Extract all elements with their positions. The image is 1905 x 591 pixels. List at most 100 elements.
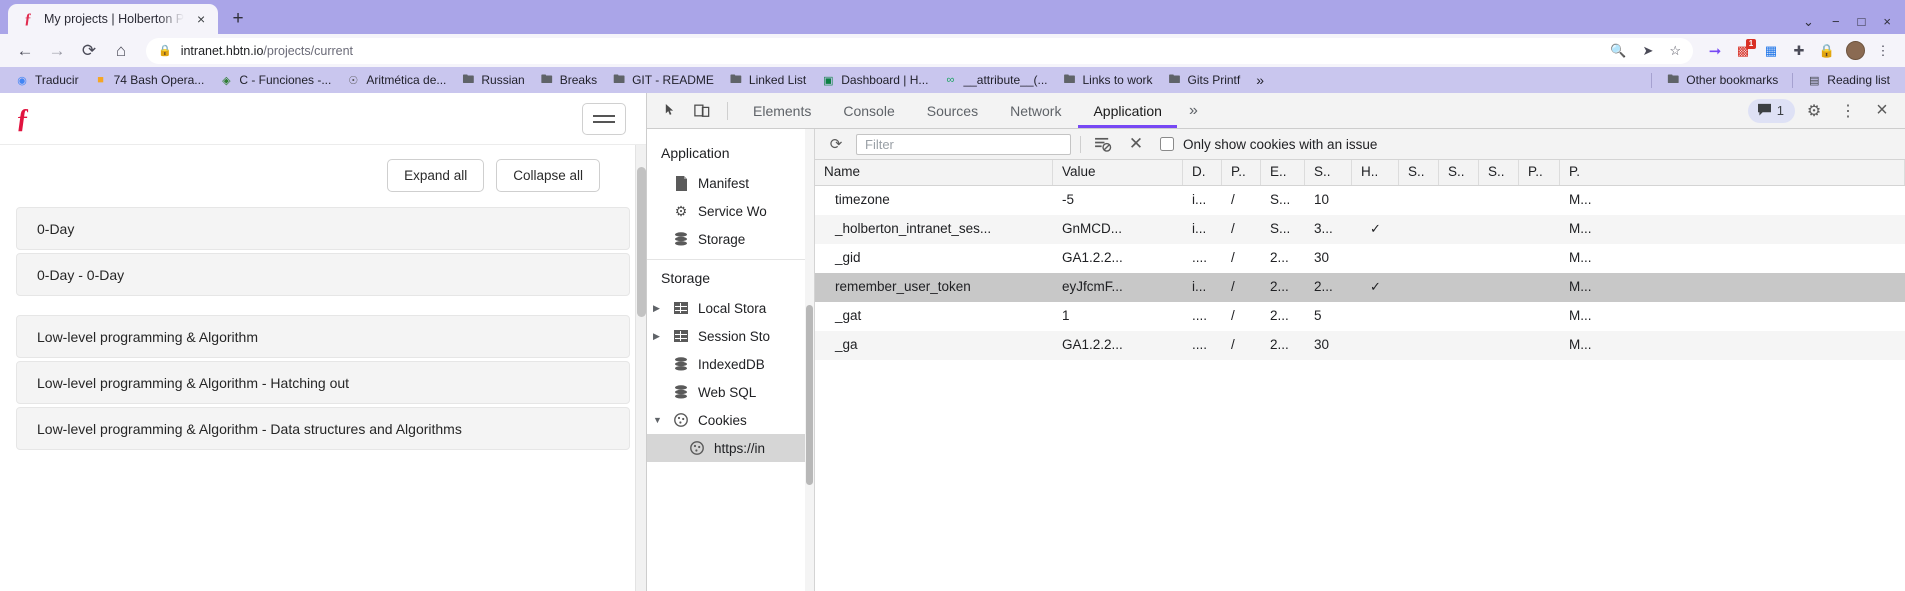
bookmark-item[interactable]: 🖿 Links to work bbox=[1056, 71, 1160, 89]
forward-icon[interactable]: → bbox=[42, 37, 72, 65]
column-header-size[interactable]: S.. bbox=[1305, 160, 1352, 185]
only-issues-checkbox[interactable] bbox=[1160, 137, 1174, 151]
scrollbar-thumb[interactable] bbox=[806, 305, 813, 485]
table-row[interactable]: _gid GA1.2.2... .... / 2... 30 M... bbox=[815, 244, 1905, 273]
sidebar-item-session-storage[interactable]: ▶ Session Sto bbox=[647, 322, 814, 350]
table-row[interactable]: _gat 1 .... / 2... 5 M... bbox=[815, 302, 1905, 331]
notification-extension-icon[interactable]: ▩ 1 bbox=[1731, 38, 1756, 63]
tab-network[interactable]: Network bbox=[995, 93, 1076, 128]
bookmarks-overflow-icon[interactable]: » bbox=[1248, 70, 1272, 90]
new-tab-button[interactable]: + bbox=[224, 5, 252, 33]
refresh-icon[interactable]: ⟳ bbox=[823, 132, 849, 156]
table-row[interactable]: timezone -5 i... / S... 10 M... bbox=[815, 186, 1905, 215]
inspect-element-icon[interactable] bbox=[655, 97, 685, 125]
reload-icon[interactable]: ⟳ bbox=[74, 37, 104, 65]
bookmark-item[interactable]: ☉ Aritmética de... bbox=[339, 71, 453, 89]
scrollbar-thumb[interactable] bbox=[637, 167, 646, 317]
bookmark-item[interactable]: 🖿 GIT - README bbox=[605, 71, 721, 89]
bookmark-item[interactable]: ◉ Traducir bbox=[8, 71, 86, 89]
home-icon[interactable]: ⌂ bbox=[106, 37, 136, 65]
sidebar-item-service-workers[interactable]: ⚙ Service Wo bbox=[647, 197, 814, 225]
bookmark-item[interactable]: ◈ C - Funciones -... bbox=[212, 71, 338, 89]
cell-path: / bbox=[1231, 308, 1235, 323]
column-header-samesite[interactable]: S.. bbox=[1439, 160, 1479, 185]
table-row[interactable]: _holberton_intranet_ses... GnMCD... i...… bbox=[815, 215, 1905, 244]
close-window-button[interactable]: × bbox=[1883, 15, 1891, 28]
bookmark-item[interactable]: ■ 74 Bash Opera... bbox=[87, 71, 212, 89]
tab-application[interactable]: Application bbox=[1078, 93, 1177, 128]
bookmark-item[interactable]: 🖿 Russian bbox=[454, 71, 531, 89]
grid-extension-icon[interactable]: ▦ bbox=[1759, 39, 1783, 63]
chevron-down-icon[interactable]: ▼ bbox=[653, 415, 664, 425]
column-header-secure[interactable]: S.. bbox=[1399, 160, 1439, 185]
column-header-samepartykey[interactable]: S.. bbox=[1479, 160, 1519, 185]
column-header-domain[interactable]: D. bbox=[1183, 160, 1222, 185]
maximize-button[interactable]: □ bbox=[1858, 15, 1866, 28]
avatar[interactable] bbox=[1843, 39, 1867, 63]
kebab-menu-icon[interactable]: ⋮ bbox=[1833, 97, 1863, 125]
sidebar-item-indexeddb[interactable]: IndexedDB bbox=[647, 350, 814, 378]
messages-badge[interactable]: 1 bbox=[1747, 98, 1795, 123]
bookmark-item[interactable]: ∞ __attribute__(... bbox=[936, 71, 1054, 89]
other-bookmarks-folder[interactable]: 🖿 Other bookmarks bbox=[1659, 71, 1785, 89]
list-item[interactable]: Low-level programming & Algorithm bbox=[16, 315, 630, 358]
bookmark-item[interactable]: 🖿 Breaks bbox=[533, 71, 604, 89]
tab-console[interactable]: Console bbox=[828, 93, 909, 128]
bookmark-label: Dashboard | H... bbox=[841, 73, 929, 87]
browser-menu-icon[interactable]: ⋮ bbox=[1871, 39, 1895, 63]
more-tabs-icon[interactable]: » bbox=[1179, 102, 1208, 120]
share-icon[interactable]: ➤ bbox=[1642, 43, 1653, 59]
sidebar-scrollbar[interactable] bbox=[805, 129, 814, 591]
only-issues-checkbox-wrapper[interactable]: Only show cookies with an issue bbox=[1160, 137, 1377, 152]
close-devtools-icon[interactable]: × bbox=[1867, 97, 1897, 125]
column-header-path[interactable]: P.. bbox=[1222, 160, 1261, 185]
collapse-all-button[interactable]: Collapse all bbox=[496, 159, 600, 192]
expand-all-button[interactable]: Expand all bbox=[387, 159, 485, 192]
page-scrollbar[interactable] bbox=[635, 145, 646, 591]
column-header-expires[interactable]: E.. bbox=[1261, 160, 1305, 185]
clear-all-cookies-icon[interactable]: ✕ bbox=[1123, 132, 1149, 156]
close-tab-icon[interactable]: × bbox=[192, 10, 210, 28]
table-row[interactable]: remember_user_token eyJfcmF... i... / 2.… bbox=[815, 273, 1905, 302]
list-item[interactable]: 0-Day bbox=[16, 207, 630, 250]
holberton-logo[interactable]: ƒ bbox=[10, 105, 30, 132]
tab-elements[interactable]: Elements bbox=[738, 93, 826, 128]
column-header-value[interactable]: Value bbox=[1053, 160, 1183, 185]
list-item[interactable]: 0-Day - 0-Day bbox=[16, 253, 630, 296]
gear-icon[interactable]: ⚙ bbox=[1799, 97, 1829, 125]
sidebar-item-local-storage[interactable]: ▶ Local Stora bbox=[647, 294, 814, 322]
tab-sources[interactable]: Sources bbox=[912, 93, 993, 128]
sidebar-item-storage[interactable]: Storage bbox=[647, 225, 814, 253]
bookmark-item[interactable]: ▣ Dashboard | H... bbox=[814, 71, 935, 89]
bookmark-item[interactable]: 🖿 Gits Printf bbox=[1161, 71, 1248, 89]
bookmark-star-icon[interactable]: ☆ bbox=[1669, 43, 1681, 59]
tabsearch-caret-icon[interactable]: ⌄ bbox=[1803, 15, 1814, 28]
back-icon[interactable]: ← bbox=[10, 37, 40, 65]
sidebar-item-cookie-origin[interactable]: https://in bbox=[647, 434, 814, 462]
table-row[interactable]: _ga GA1.2.2... .... / 2... 30 M... bbox=[815, 331, 1905, 360]
sidebar-item-manifest[interactable]: Manifest bbox=[647, 169, 814, 197]
bookmark-item[interactable]: 🖿 Linked List bbox=[722, 71, 813, 89]
puzzle-extensions-icon[interactable]: ✚ bbox=[1787, 39, 1811, 63]
column-header-name[interactable]: Name bbox=[815, 160, 1053, 185]
column-header-priority[interactable]: P. bbox=[1560, 160, 1905, 185]
list-item[interactable]: Low-level programming & Algorithm - Data… bbox=[16, 407, 630, 450]
clear-filters-icon[interactable] bbox=[1090, 132, 1116, 156]
address-bar[interactable]: 🔒 intranet.hbtn.io/projects/current 🔍 ➤ … bbox=[146, 37, 1693, 64]
hamburger-menu-button[interactable] bbox=[582, 102, 626, 135]
column-header-partitionkey[interactable]: P.. bbox=[1519, 160, 1560, 185]
browser-tab[interactable]: ƒ My projects | Holberton P × bbox=[8, 4, 219, 34]
sidebar-item-web-sql[interactable]: Web SQL bbox=[647, 378, 814, 406]
reading-list-button[interactable]: ▤ Reading list bbox=[1800, 71, 1897, 89]
chevron-right-icon[interactable]: ▶ bbox=[653, 303, 664, 314]
translate-extension-icon[interactable]: ➞ bbox=[1703, 39, 1727, 63]
sidebar-item-cookies[interactable]: ▼ Cookies bbox=[647, 406, 814, 434]
lock-extension-icon[interactable]: 🔒 bbox=[1815, 39, 1839, 63]
chevron-right-icon[interactable]: ▶ bbox=[653, 331, 664, 342]
list-item[interactable]: Low-level programming & Algorithm - Hatc… bbox=[16, 361, 630, 404]
column-header-httponly[interactable]: H.. bbox=[1352, 160, 1399, 185]
minimize-button[interactable]: − bbox=[1832, 15, 1840, 28]
device-toolbar-icon[interactable] bbox=[687, 97, 717, 125]
zoom-icon[interactable]: 🔍 bbox=[1610, 43, 1626, 59]
filter-input[interactable]: Filter bbox=[856, 133, 1071, 155]
